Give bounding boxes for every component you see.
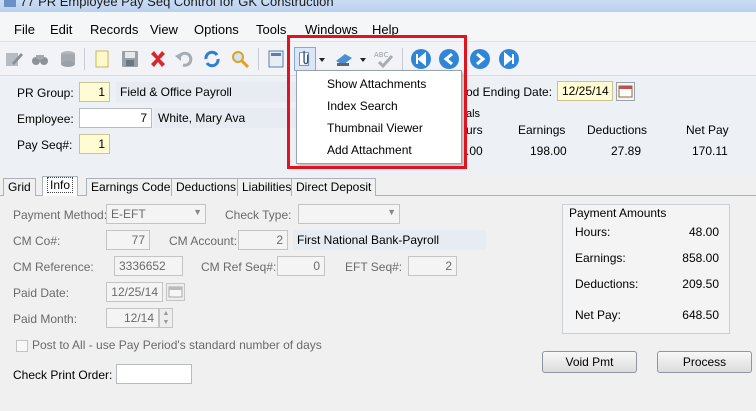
pr-group-description: Field & Office Payroll (116, 82, 296, 102)
totals-header-earnings: Earnings (518, 123, 566, 137)
totals-header-deductions: Deductions (587, 123, 648, 137)
cm-reference-field[interactable]: 3336652 (114, 256, 183, 276)
tab-earnings-codes[interactable]: Earnings Codes (86, 178, 182, 196)
check-type-label: Check Type: (225, 208, 292, 222)
menu-tools[interactable]: Tools (256, 22, 286, 37)
tab-direct-deposit[interactable]: Direct Deposit (291, 178, 377, 196)
check-print-order-label: Check Print Order: (13, 368, 113, 382)
cm-ref-seq-label: CM Ref Seq#: (201, 260, 277, 274)
check-print-order-field[interactable] (116, 364, 192, 384)
paid-month-spinner[interactable]: ▲ ▼ (159, 308, 173, 328)
cm-account-label: CM Account: (169, 234, 238, 248)
menu-file[interactable]: File (14, 22, 35, 37)
pa-netpay-label: Net Pay: (575, 308, 622, 322)
search-icon[interactable] (228, 47, 252, 71)
database-icon[interactable] (56, 47, 80, 71)
post-to-all-checkbox[interactable] (16, 340, 28, 352)
app-icon (3, 0, 17, 8)
tab-deductions[interactable]: Deductions (171, 178, 242, 196)
pa-earnings-label: Earnings: (575, 251, 626, 265)
tab-info-label: Info (47, 177, 74, 193)
delete-icon[interactable] (146, 47, 170, 71)
void-pmt-button[interactable]: Void Pmt (542, 351, 637, 373)
totals-header-netpay: Net Pay (686, 123, 729, 137)
check-type-select[interactable]: ▼ (298, 204, 400, 224)
pa-hours-label: Hours: (575, 225, 611, 239)
calendar-icon[interactable] (166, 283, 185, 301)
cm-ref-seq-field[interactable]: 0 (277, 256, 325, 276)
payment-method-select[interactable]: E-EFT ▼ (106, 204, 206, 224)
window-title: 77 PR Employee Pay Seq Control for GK Co… (20, 0, 334, 9)
paid-date-field[interactable]: 12/25/14 (106, 282, 163, 302)
menu-options[interactable]: Options (194, 22, 239, 37)
process-button[interactable]: Process (657, 351, 752, 373)
paid-month-field[interactable]: 12/14 (106, 308, 159, 328)
toolbar-separator (258, 48, 259, 70)
totals-header-hours: urs (466, 123, 483, 137)
new-record-icon[interactable] (90, 47, 114, 71)
employee-field[interactable]: 7 (79, 108, 152, 128)
pr-group-field[interactable]: 1 (79, 82, 110, 102)
pa-deductions-label: Deductions: (575, 277, 639, 291)
info-panel: Payment Method: E-EFT ▼ Check Type: ▼ CM… (0, 196, 756, 411)
paid-date-label: Paid Date: (13, 286, 70, 300)
pr-group-label: PR Group: (17, 86, 74, 100)
employee-name: White, Mary Ava (154, 108, 296, 128)
cm-reference-label: CM Reference: (13, 260, 94, 274)
employee-label: Employee: (17, 112, 74, 126)
cm-account-description: First National Bank-Payroll (293, 230, 486, 250)
cm-co-label: CM Co#: (13, 234, 61, 248)
chevron-down-icon: ▼ (387, 207, 396, 217)
highlight-annotation (287, 35, 467, 169)
calculator-icon[interactable] (264, 47, 288, 71)
chevron-down-icon: ▼ (193, 207, 202, 217)
tab-grid[interactable]: Grid (3, 178, 36, 196)
toolbar-separator (84, 48, 85, 70)
chevron-up-icon[interactable]: ▲ (160, 309, 172, 318)
eft-seq-field[interactable]: 2 (408, 256, 457, 276)
tab-info[interactable]: Info (42, 176, 79, 197)
cm-account-field[interactable]: 2 (238, 230, 288, 250)
payment-amounts-group: Payment Amounts Hours: 48.00 Earnings: 8… (562, 204, 730, 334)
period-ending-field[interactable]: 12/25/14 (557, 81, 613, 101)
title-bar: 77 PR Employee Pay Seq Control for GK Co… (0, 0, 756, 12)
payment-method-value: E-EFT (111, 207, 146, 221)
totals-deductions-value: 27.89 (611, 144, 642, 158)
payment-amounts-title: Payment Amounts (569, 206, 667, 220)
totals-earnings-value: 198.00 (530, 144, 567, 158)
menu-view[interactable]: View (150, 22, 178, 37)
menu-records[interactable]: Records (90, 22, 138, 37)
totals-netpay-value: 170.11 (692, 144, 728, 158)
payment-method-label: Payment Method: (13, 208, 108, 222)
paid-month-label: Paid Month: (13, 312, 78, 326)
totals-hours-value: .00 (466, 144, 483, 158)
binoculars-icon[interactable] (28, 47, 52, 71)
last-record-icon[interactable] (497, 47, 521, 71)
pa-earnings-value: 858.00 (682, 251, 719, 265)
pa-netpay-value: 648.50 (682, 308, 719, 322)
menu-edit[interactable]: Edit (50, 22, 72, 37)
totals-label: als (466, 108, 481, 120)
pa-hours-value: 48.00 (688, 225, 719, 239)
pay-seq-label: Pay Seq#: (17, 138, 73, 152)
pay-seq-field[interactable]: 1 (79, 134, 110, 154)
tab-liabilities[interactable]: Liabilities (237, 178, 297, 196)
tab-strip: Grid Info Earnings Codes Deductions Liab… (0, 176, 756, 197)
refresh-icon[interactable] (200, 47, 224, 71)
next-record-icon[interactable] (468, 47, 492, 71)
save-icon[interactable] (118, 47, 142, 71)
undo-icon[interactable] (172, 47, 196, 71)
pa-deductions-value: 209.50 (682, 277, 719, 291)
calendar-icon[interactable] (616, 82, 635, 101)
edit-icon[interactable] (2, 47, 26, 71)
post-to-all-label: Post to All - use Pay Period's standard … (32, 338, 322, 352)
eft-seq-label: EFT Seq#: (345, 260, 403, 274)
cm-co-field[interactable]: 77 (106, 230, 150, 250)
period-ending-label: od Ending Date: (466, 85, 553, 99)
chevron-down-icon[interactable]: ▼ (160, 318, 172, 327)
